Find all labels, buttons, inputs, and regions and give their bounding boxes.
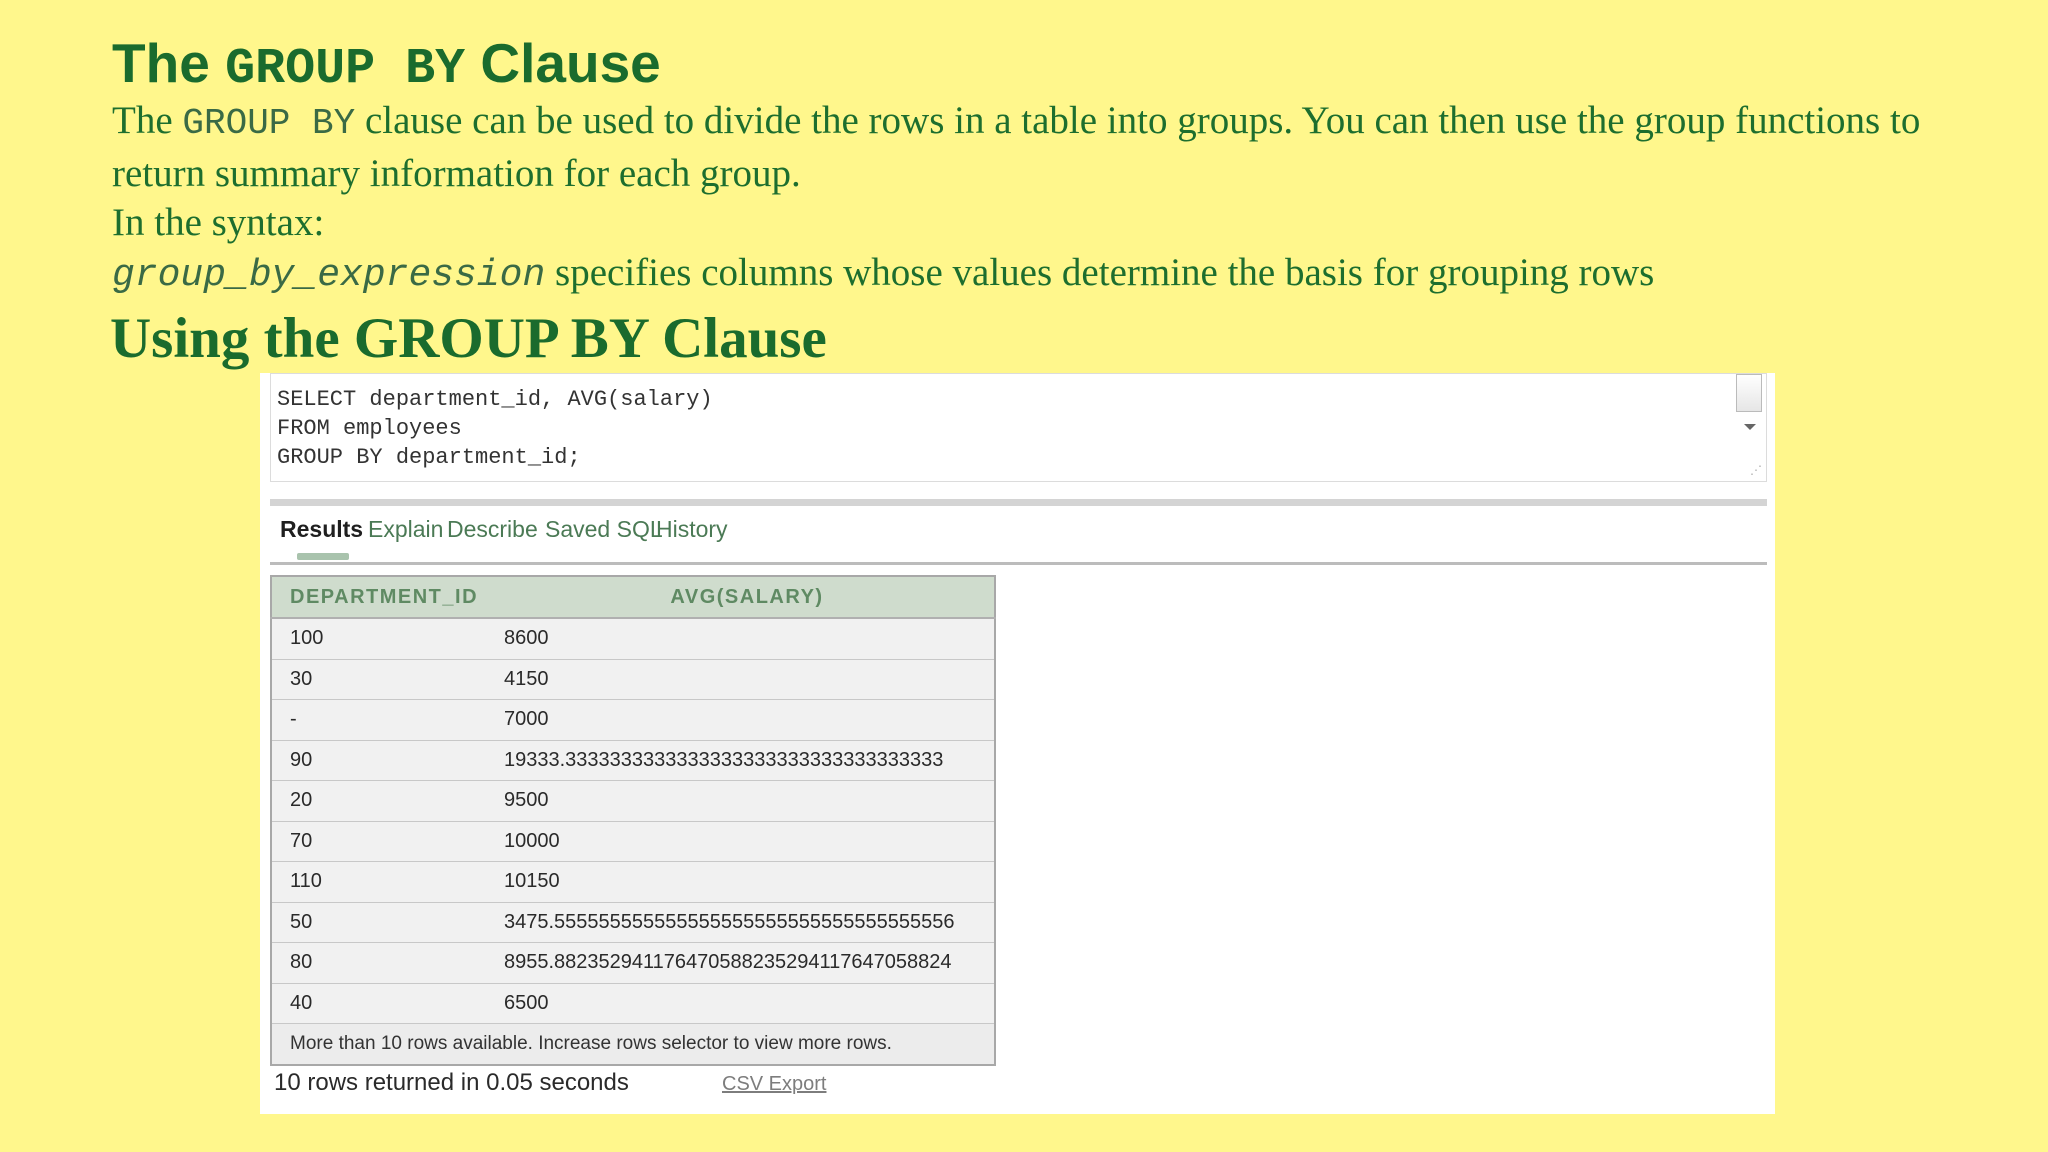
slide-title: The GROUP BY Clause (112, 32, 661, 98)
intro-text: The GROUP BY clause can be used to divid… (112, 96, 1992, 300)
cell-avg-salary: 19333.3333333333333333333333333333333333 (500, 740, 995, 781)
column-header-department-id[interactable]: DEPARTMENT_ID (271, 576, 500, 619)
table-row: 80 8955.882352941176470588235294117647058… (271, 942, 995, 984)
tab-explain[interactable]: Explain (368, 516, 443, 543)
tab-describe[interactable]: Describe (447, 516, 538, 543)
cell-avg-salary: 8955.88235294117647058823529411764705882… (500, 942, 995, 984)
column-header-avg-salary[interactable]: AVG(SALARY) (500, 576, 995, 619)
tabbar-divider (270, 499, 1767, 506)
cell-department-id: - (271, 699, 500, 741)
sql-line-1[interactable]: SELECT department_id, AVG(salary) (277, 386, 713, 414)
table-row: -7000 (271, 699, 995, 741)
table-row: 40 6500 (271, 983, 995, 1024)
cell-avg-salary: 9500 (500, 780, 995, 822)
cell-avg-salary: 3475.55555555555555555555555555555555555… (500, 902, 995, 943)
cell-department-id: 70 (271, 821, 500, 862)
result-tabs: Results Explain Describe Saved SQL Histo… (270, 506, 1767, 565)
cell-department-id: 40 (271, 983, 500, 1024)
cell-department-id: 50 (271, 902, 500, 943)
sql-workshop-panel: SELECT department_id, AVG(salary) FROM e… (260, 373, 1775, 1114)
cell-avg-salary: 4150 (500, 659, 995, 700)
cell-department-id: 30 (271, 659, 500, 700)
editor-scrollbar-thumb[interactable] (1736, 374, 1762, 412)
cell-avg-salary: 10000 (500, 821, 995, 862)
resize-grip-icon[interactable]: ⋰ (1750, 463, 1762, 477)
cell-department-id: 80 (271, 942, 500, 984)
intro-code-expression: group_by_expression (112, 253, 546, 297)
section-title: Using the GROUP BY Clause (110, 307, 827, 370)
more-rows-message-row: More than 10 rows available. Increase ro… (271, 1023, 995, 1065)
table-row: 30 4150 (271, 659, 995, 700)
intro-paragraph-1: The GROUP BY clause can be used to divid… (112, 99, 1921, 195)
cell-department-id: 20 (271, 780, 500, 822)
table-row: 50 3475.555555555555555555555555555555555… (271, 902, 995, 943)
tab-results[interactable]: Results (280, 516, 363, 543)
csv-export-link[interactable]: CSV Export (722, 1073, 826, 1096)
cell-avg-salary: 8600 (500, 618, 995, 660)
table-row: 110 10150 (271, 861, 995, 903)
sql-editor[interactable]: SELECT department_id, AVG(salary) FROM e… (270, 373, 1767, 482)
more-rows-message: More than 10 rows available. Increase ro… (271, 1023, 995, 1065)
table-row: 20 9500 (271, 780, 995, 822)
cell-avg-salary: 7000 (500, 699, 995, 741)
tab-history[interactable]: History (656, 516, 728, 543)
cell-avg-salary: 6500 (500, 983, 995, 1024)
slide-title-code: GROUP BY (225, 41, 466, 98)
intro-paragraph-3: group_by_expression specifies columns wh… (112, 250, 1655, 297)
rows-returned-status: 10 rows returned in 0.05 seconds (274, 1069, 629, 1096)
sql-line-2[interactable]: FROM employees (277, 415, 462, 443)
table-row: 100 8600 (271, 618, 995, 660)
intro-paragraph-2: In the syntax: (112, 201, 325, 244)
scroll-down-icon[interactable] (1744, 424, 1756, 430)
active-tab-indicator (297, 553, 349, 560)
cell-department-id: 100 (271, 618, 500, 660)
cell-department-id: 90 (271, 740, 500, 781)
tab-saved-sql[interactable]: Saved SQL (545, 516, 663, 543)
cell-department-id: 110 (271, 861, 500, 903)
table-row: 90 19333.33333333333333333333333333333333… (271, 740, 995, 781)
results-table: DEPARTMENT_ID AVG(SALARY) 100 8600 30 4150… (270, 575, 996, 1066)
cell-avg-salary: 10150 (500, 861, 995, 903)
intro-code-group-by: GROUP BY (182, 103, 356, 144)
sql-line-3[interactable]: GROUP BY department_id; (277, 444, 581, 472)
table-row: 70 10000 (271, 821, 995, 862)
table-header-row: DEPARTMENT_ID AVG(SALARY) (271, 576, 995, 619)
